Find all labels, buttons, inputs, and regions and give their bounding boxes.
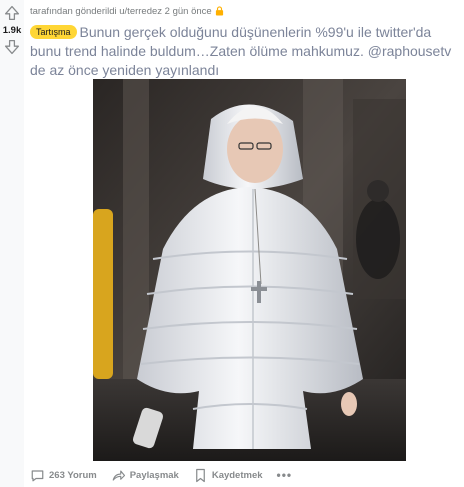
downvote-arrow-icon (4, 39, 20, 55)
post-meta: tarafından gönderildi u/terredez 2 gün ö… (30, 5, 460, 17)
save-label: Kaydetmek (211, 469, 263, 481)
share-arrow-icon (112, 469, 125, 481)
share-label: Paylaşmak (129, 469, 179, 481)
upvote-button[interactable] (3, 4, 21, 22)
comments-button[interactable]: 263 Yorum (30, 468, 97, 483)
post-title[interactable]: Bunun gerçek olduğunu düşünenlerin %99'u… (30, 24, 451, 78)
downvote-button[interactable] (3, 38, 21, 56)
vote-rail: 1.9k (0, 0, 24, 487)
post-action-bar: 263 Yorum Paylaşmak Kaydetmek ••• (30, 466, 292, 484)
vote-score: 1.9k (2, 25, 22, 36)
comments-count-label: 263 Yorum (49, 469, 97, 481)
upvote-arrow-icon (4, 5, 20, 21)
pope-puffer-jacket-image (93, 79, 406, 461)
share-button[interactable]: Paylaşmak (111, 468, 179, 483)
post-container[interactable]: tarafından gönderildi u/terredez 2 gün ö… (30, 0, 460, 80)
comment-icon (31, 469, 44, 481)
lock-icon (215, 6, 223, 16)
post-flair-badge[interactable]: Tartışma (30, 25, 77, 39)
more-options-button[interactable]: ••• (277, 468, 293, 482)
bookmark-icon (195, 468, 205, 482)
post-meta-text: tarafından gönderildi u/terredez 2 gün ö… (30, 5, 212, 17)
post-title-row[interactable]: Tartışma Bunun gerçek olduğunu düşünenler… (30, 23, 460, 80)
post-image[interactable] (93, 79, 406, 461)
save-button[interactable]: Kaydetmek (193, 468, 263, 483)
